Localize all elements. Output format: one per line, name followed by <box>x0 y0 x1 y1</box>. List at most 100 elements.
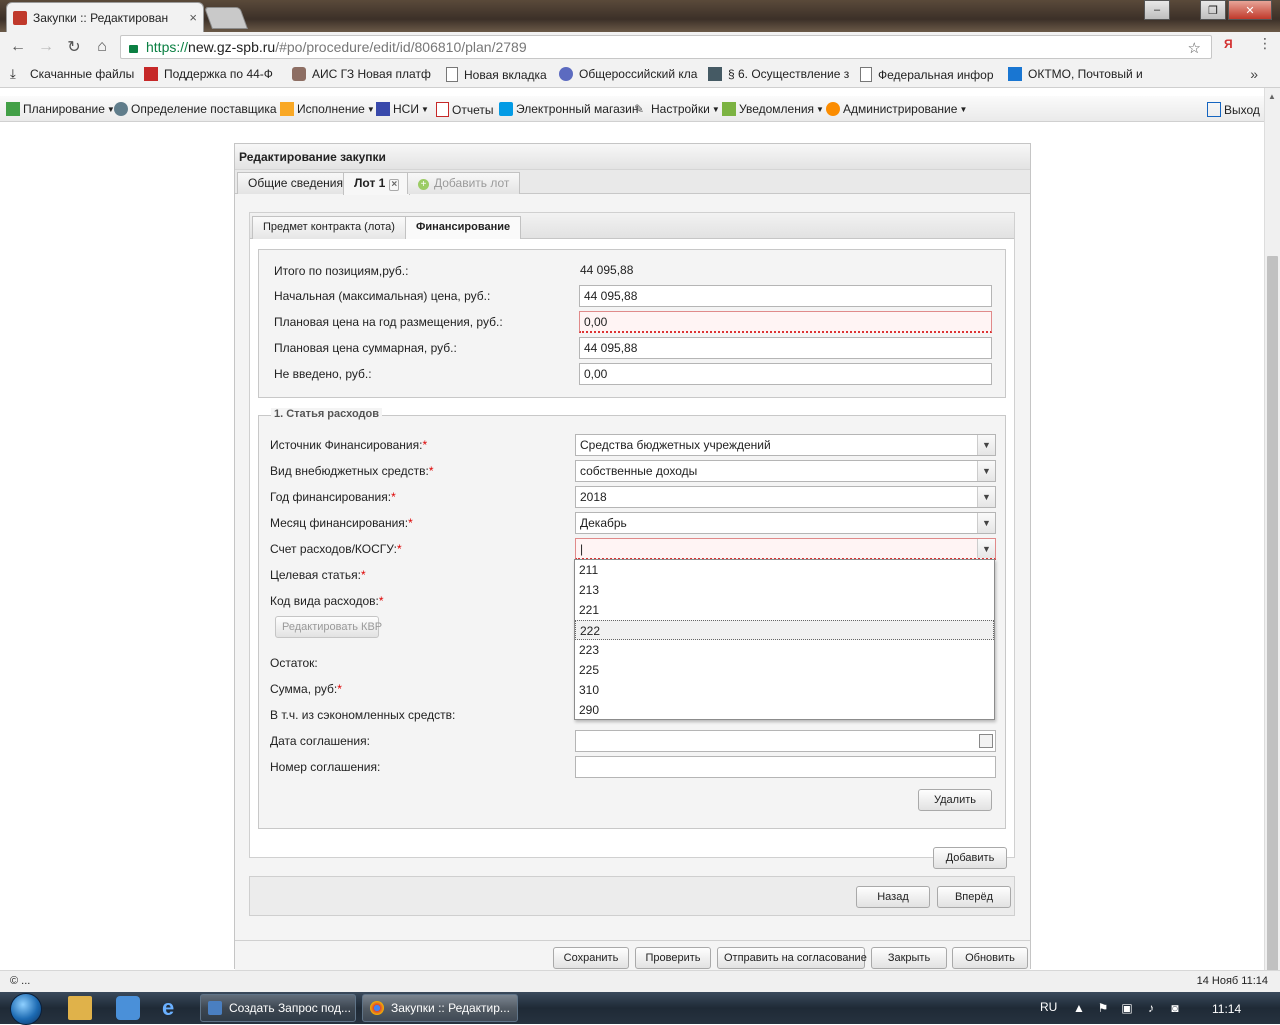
flag-icon[interactable]: ⚑ <box>1096 1001 1110 1015</box>
month-select[interactable]: Декабрь ▼ <box>575 512 996 534</box>
nmc-input[interactable]: 44 095,88 <box>579 285 992 307</box>
menu-label: НСИ <box>393 102 419 116</box>
edit-kvr-button[interactable]: Редактировать КВР <box>275 616 382 638</box>
bookmark-item[interactable]: § 6. Осуществление з <box>708 67 849 81</box>
browser-tab-active[interactable]: Закупки :: Редактирован × <box>6 2 204 32</box>
tray-chevron-icon[interactable]: ▲ <box>1072 1001 1086 1015</box>
tray-app-icon[interactable]: ◙ <box>1168 1001 1182 1015</box>
forward-button[interactable]: Вперёд <box>937 886 1011 908</box>
tab-financing[interactable]: Финансирование <box>405 216 522 239</box>
chevron-down-icon[interactable]: ▼ <box>977 539 995 558</box>
page-scrollbar[interactable]: ▲ <box>1264 88 1280 1008</box>
scroll-up-icon[interactable]: ▲ <box>1268 92 1276 101</box>
scrollbar-thumb[interactable] <box>1267 256 1278 1008</box>
menu-execution[interactable]: Исполнение ▼ <box>280 102 375 116</box>
bookmark-item[interactable]: ⤓ Скачанные файлы <box>10 66 134 82</box>
bookmark-item[interactable]: ОКТМО, Почтовый и <box>1008 67 1143 81</box>
start-button[interactable] <box>6 992 46 1025</box>
clock[interactable]: 11:14 <box>1212 1002 1241 1016</box>
kosgu-combobox[interactable]: | ▼ <box>575 538 996 560</box>
tab-contract-subject[interactable]: Предмет контракта (лота) <box>252 216 406 239</box>
kosgu-option[interactable]: 290 <box>575 700 994 720</box>
tab-close-icon[interactable]: × <box>389 179 400 191</box>
kosgu-option-highlighted[interactable]: 222 <box>575 620 994 640</box>
close-button[interactable]: Закрыть <box>871 947 947 969</box>
internet-explorer-icon[interactable]: e <box>162 996 186 1020</box>
new-tab-button[interactable] <box>203 7 249 29</box>
kosgu-dropdown-list[interactable]: 211 213 221 222 223 225 310 290 <box>574 559 995 720</box>
source-select[interactable]: Средства бюджетных учреждений ▼ <box>575 434 996 456</box>
taskbar-task[interactable]: Создать Запрос под... <box>200 994 356 1022</box>
bookmark-item[interactable]: АИС ГЗ Новая платф <box>292 67 431 81</box>
menu-settings[interactable]: ✎ Настройки ▼ <box>634 102 720 116</box>
year-select[interactable]: 2018 ▼ <box>575 486 996 508</box>
kosgu-option[interactable]: 225 <box>575 660 994 680</box>
tab-lot-1[interactable]: Лот 1 × <box>343 172 411 195</box>
menu-reports[interactable]: Отчеты <box>436 102 493 117</box>
reload-icon[interactable]: ↻ <box>64 37 84 57</box>
check-button[interactable]: Проверить <box>635 947 711 969</box>
kosgu-option[interactable]: 223 <box>575 640 994 660</box>
menu-supplier[interactable]: Определение поставщика▼ <box>114 102 286 116</box>
agreement-date-input[interactable] <box>575 730 996 752</box>
app-icon[interactable] <box>116 996 140 1020</box>
bookmark-item[interactable]: Общероссийский кла <box>559 67 697 81</box>
kosgu-option[interactable]: 221 <box>575 600 994 620</box>
chevron-down-icon[interactable]: ▼ <box>977 435 995 455</box>
refresh-button[interactable]: Обновить <box>952 947 1028 969</box>
not-entered-input[interactable]: 0,00 <box>579 363 992 385</box>
agreement-number-input[interactable] <box>575 756 996 778</box>
offbudget-select[interactable]: собственные доходы ▼ <box>575 460 996 482</box>
chevron-down-icon[interactable]: ▼ <box>977 513 995 533</box>
menu-e-shop[interactable]: Электронный магазин <box>499 102 638 116</box>
send-for-approval-button[interactable]: Отправить на согласование <box>717 947 867 969</box>
explorer-icon[interactable] <box>68 996 92 1020</box>
calendar-icon[interactable] <box>979 734 993 748</box>
yandex-extension-icon[interactable]: Я <box>1224 37 1233 51</box>
book-icon <box>376 102 390 116</box>
bookmark-item[interactable]: Новая вкладка <box>446 67 547 82</box>
restore-window-icon[interactable]: ❐ <box>1200 0 1226 20</box>
chevron-down-icon[interactable]: ▼ <box>977 461 995 481</box>
kosgu-option[interactable]: 310 <box>575 680 994 700</box>
bookmark-item[interactable]: Поддержка по 44-Ф <box>144 67 273 81</box>
menu-notifications[interactable]: Уведомления ▼ <box>722 102 824 116</box>
tab-close-icon[interactable]: × <box>189 10 197 25</box>
browser-menu-icon[interactable]: ⋮ <box>1258 35 1272 52</box>
kod-icon <box>1008 67 1022 81</box>
volume-icon[interactable]: ♪ <box>1144 1001 1158 1015</box>
bookmark-item[interactable]: Федеральная инфор <box>860 67 994 82</box>
address-bar[interactable]: https://new.gz-spb.ru/#po/procedure/edit… <box>120 35 1212 59</box>
minimize-window-icon[interactable]: – <box>1144 0 1170 20</box>
home-icon[interactable]: ⌂ <box>92 37 112 57</box>
forward-arrow-icon[interactable]: → <box>36 37 56 57</box>
kosgu-option[interactable]: 211 <box>575 560 994 580</box>
price-totals-box: Итого по позициям,руб.: 44 095,88 Началь… <box>258 249 1006 398</box>
bookmarks-more-icon[interactable]: » <box>1250 66 1258 82</box>
tab-label: Общие сведения <box>248 176 343 190</box>
add-expense-button[interactable]: Добавить <box>933 847 1007 869</box>
tab-general-info[interactable]: Общие сведения <box>237 172 354 194</box>
add-plus-icon: + <box>418 179 429 190</box>
language-indicator[interactable]: RU <box>1040 1000 1057 1014</box>
chevron-down-icon[interactable]: ▼ <box>977 487 995 507</box>
taskbar-task-active[interactable]: Закупки :: Редактир... <box>362 994 518 1022</box>
delete-button[interactable]: Удалить <box>918 789 992 811</box>
exit-button[interactable]: Выход <box>1207 102 1260 117</box>
back-arrow-icon[interactable]: ← <box>8 37 28 57</box>
menu-planning[interactable]: Планирование ▼ <box>6 102 115 116</box>
menu-nsi[interactable]: НСИ ▼ <box>376 102 429 116</box>
plan-sum-input[interactable]: 44 095,88 <box>579 337 992 359</box>
menu-administration[interactable]: Администрирование ▼ <box>826 102 967 116</box>
save-button[interactable]: Сохранить <box>553 947 629 969</box>
kosgu-option[interactable]: 213 <box>575 580 994 600</box>
portrait-icon <box>708 67 722 81</box>
close-window-icon[interactable]: ✕ <box>1228 0 1272 20</box>
bookmark-star-icon[interactable]: ☆ <box>1188 39 1201 57</box>
network-icon[interactable]: ▣ <box>1120 1001 1134 1015</box>
tab-label: Добавить лот <box>434 176 510 190</box>
back-button[interactable]: Назад <box>856 886 930 908</box>
plan-year-input[interactable]: 0,00 <box>579 311 992 333</box>
tab-add-lot[interactable]: + Добавить лот <box>407 172 521 194</box>
download-icon: ⤓ <box>10 66 16 81</box>
